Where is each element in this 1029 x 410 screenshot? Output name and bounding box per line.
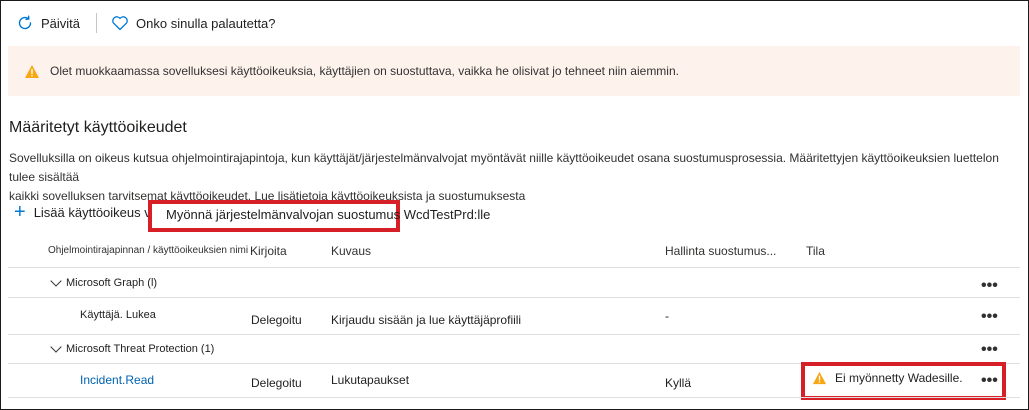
more-actions-button[interactable]: ••• (981, 342, 998, 358)
section-title: Määritetyt käyttöoikeudet (9, 119, 187, 136)
row-divider (8, 267, 1020, 268)
refresh-icon (18, 15, 32, 30)
group-row-microsoft-graph[interactable]: Microsoft Graph (l) (50, 275, 158, 289)
warning-banner: Olet muokkaamassa sovelluksesi käyttöoik… (8, 46, 1020, 96)
warning-icon (25, 64, 39, 78)
row-divider (8, 297, 1020, 298)
chevron-down-icon (50, 341, 62, 353)
refresh-button[interactable]: Päivitä (16, 14, 80, 32)
more-actions-button[interactable]: ••• (981, 309, 998, 325)
permission-name[interactable]: Käyttäjä. Lukea (80, 309, 156, 321)
warning-icon (812, 371, 827, 385)
group-name: Microsoft Threat Protection (1) (66, 343, 215, 355)
grant-consent-button[interactable]: Myönnä järjestelmänvalvojan suostumus Wc… (166, 207, 490, 222)
more-actions-button[interactable]: ••• (981, 278, 998, 294)
section-description: Sovelluksilla on oikeus kutsua ohjelmoin… (9, 149, 1014, 206)
add-permission-button[interactable]: + Lisää käyttöoikeus v (14, 201, 151, 223)
command-bar: Päivitä Onko sinulla palautetta? (0, 0, 1029, 46)
more-actions-button[interactable]: ••• (981, 373, 998, 389)
warning-message: Olet muokkaamassa sovelluksesi käyttöoik… (50, 64, 679, 78)
row-divider (8, 334, 1020, 335)
heart-icon (112, 16, 128, 31)
status-badge: Ei myönnetty Wadesille. (812, 371, 963, 385)
chevron-down-icon (50, 275, 62, 287)
permission-admin-consent: Kyllä (665, 376, 692, 390)
group-name: Microsoft Graph (l) (66, 277, 158, 289)
feedback-label: Onko sinulla palautetta? (136, 15, 276, 31)
refresh-label: Päivitä (41, 15, 81, 31)
permission-description: Kirjaudu sisään ja lue käyttäjäprofiili (331, 313, 522, 327)
column-header-description[interactable]: Kuvaus (331, 244, 371, 258)
permission-name-link[interactable]: Incident.Read (80, 373, 154, 387)
plus-icon: + (14, 201, 26, 223)
row-divider (8, 397, 1020, 398)
status-text: Ei myönnetty Wadesille. (835, 371, 963, 385)
toolbar-divider (96, 13, 98, 33)
group-row-microsoft-threat-protection[interactable]: Microsoft Threat Protection (1) (50, 341, 215, 355)
permission-type: Delegoitu (251, 376, 302, 390)
column-header-type[interactable]: Kirjoita (250, 244, 287, 258)
permission-description: Lukutapaukset (331, 373, 410, 387)
feedback-button[interactable]: Onko sinulla palautetta? (111, 15, 276, 31)
column-header-status[interactable]: Tila (806, 244, 825, 258)
permission-admin-consent: - (665, 309, 669, 323)
add-permission-label: Lisää käyttöoikeus v (33, 204, 151, 220)
permission-type: Delegoitu (251, 313, 302, 327)
column-header-admin-consent[interactable]: Hallinta suostumus... (665, 244, 776, 258)
description-line-1: Sovelluksilla on oikeus kutsua ohjelmoin… (9, 151, 999, 184)
column-header-api-name[interactable]: Ohjelmointirajapinnan / käyttöoikeuksien… (48, 245, 248, 256)
